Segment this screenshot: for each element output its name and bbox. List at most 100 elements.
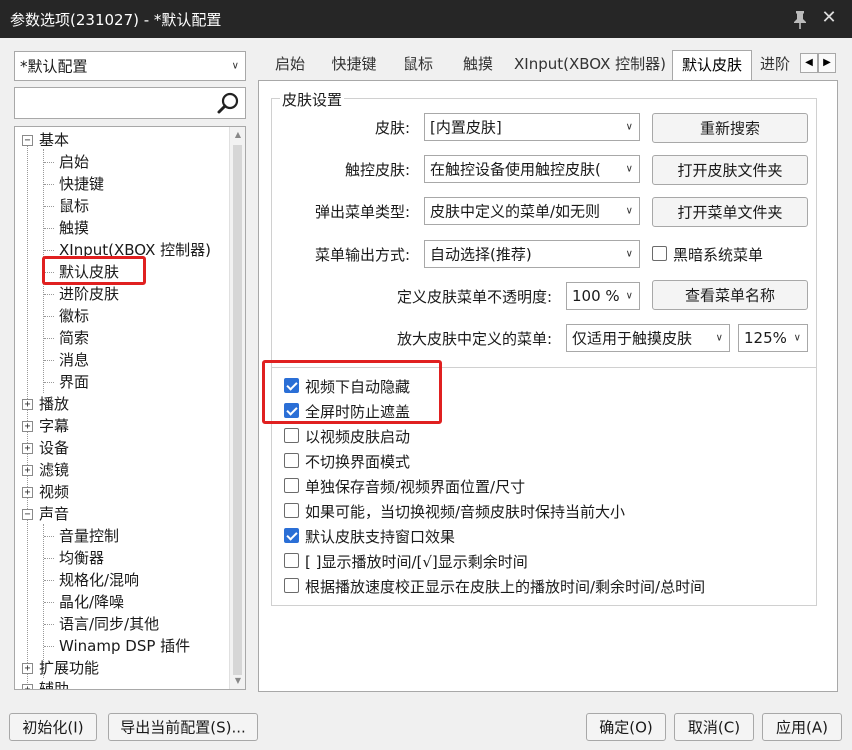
touch-skin-select-value: 在触控设备使用触控皮肤( bbox=[430, 160, 601, 179]
tree-node-advanced-skin[interactable]: 进阶皮肤 bbox=[59, 283, 119, 305]
tree-node-equalizer[interactable]: 均衡器 bbox=[59, 547, 104, 569]
scroll-thumb[interactable] bbox=[233, 145, 242, 675]
checkbox-box[interactable] bbox=[284, 553, 299, 568]
tree-node-mouse[interactable]: 鼠标 bbox=[59, 195, 89, 217]
checkbox-box[interactable] bbox=[284, 528, 299, 543]
tree-node-messages[interactable]: 消息 bbox=[59, 349, 89, 371]
ok-button[interactable]: 确定(O) bbox=[586, 713, 666, 741]
tree-scrollbar[interactable]: ▲ ▼ bbox=[229, 127, 245, 689]
tree-node-shortcuts[interactable]: 快捷键 bbox=[59, 173, 104, 195]
touch-skin-select[interactable]: 在触控设备使用触控皮肤( ∨ bbox=[424, 155, 640, 183]
tree-node-simple[interactable]: 简索 bbox=[59, 327, 89, 349]
checkbox-label: 以视频皮肤启动 bbox=[305, 428, 411, 446]
scroll-down-icon[interactable]: ▼ bbox=[230, 673, 245, 689]
group-title: 皮肤设置 bbox=[280, 89, 345, 110]
checkbox-box[interactable] bbox=[652, 246, 667, 261]
checkbox-box[interactable] bbox=[284, 428, 299, 443]
highlight-box bbox=[262, 360, 442, 424]
tree-node-volume[interactable]: 音量控制 bbox=[59, 525, 119, 547]
tab-mouse[interactable]: 鼠标 bbox=[394, 50, 442, 80]
tab-scroll-right-icon[interactable]: ▶ bbox=[818, 53, 836, 73]
tree-node-basic[interactable]: 基本 bbox=[39, 129, 69, 151]
close-icon[interactable]: ✕ bbox=[818, 7, 840, 29]
checkbox-label: 黑暗系统菜单 bbox=[673, 246, 764, 264]
open-skin-folder-button[interactable]: 打开皮肤文件夹 bbox=[652, 155, 808, 185]
tab-scroll-left-icon[interactable]: ◀ bbox=[800, 53, 818, 73]
profile-select-value: *默认配置 bbox=[20, 57, 88, 76]
expand-icon[interactable]: + bbox=[22, 399, 33, 410]
zoom-scale-select-value: 125% bbox=[744, 329, 787, 347]
skin-select[interactable]: [内置皮肤] ∨ bbox=[424, 113, 640, 141]
zoom-scale-select[interactable]: 125% ∨ bbox=[738, 324, 808, 352]
tree-node-subtitle[interactable]: 字幕 bbox=[39, 415, 69, 437]
init-button[interactable]: 初始化(I) bbox=[9, 713, 97, 741]
checkbox-label: 不切换界面模式 bbox=[305, 453, 411, 471]
apply-button[interactable]: 应用(A) bbox=[762, 713, 842, 741]
view-menu-names-button[interactable]: 查看菜单名称 bbox=[652, 280, 808, 310]
popup-type-select[interactable]: 皮肤中定义的菜单/如无则 ∨ bbox=[424, 197, 640, 225]
tab-start[interactable]: 启始 bbox=[266, 50, 314, 80]
opacity-select-value: 100 % bbox=[572, 287, 620, 305]
rescan-button[interactable]: 重新搜索 bbox=[652, 113, 808, 143]
zoom-menu-select[interactable]: 仅适用于触摸皮肤 ∨ bbox=[566, 324, 730, 352]
zoom-menu-label: 放大皮肤中定义的菜单: bbox=[396, 330, 552, 348]
tree-node-filter[interactable]: 滤镜 bbox=[39, 459, 69, 481]
tree-node-crystal[interactable]: 晶化/降噪 bbox=[59, 591, 124, 613]
tree-node-playback[interactable]: 播放 bbox=[39, 393, 69, 415]
open-menu-folder-button[interactable]: 打开菜单文件夹 bbox=[652, 197, 808, 227]
tree-node-interface[interactable]: 界面 bbox=[59, 371, 89, 393]
tree-node-winamp[interactable]: Winamp DSP 插件 bbox=[59, 635, 190, 657]
checkbox-label: 根据播放速度校正显示在皮肤上的播放时间/剩余时间/总时间 bbox=[305, 578, 706, 596]
tree-node-touch[interactable]: 触摸 bbox=[59, 217, 89, 239]
skin-select-value: [内置皮肤] bbox=[430, 118, 502, 137]
collapse-icon[interactable]: − bbox=[22, 509, 33, 520]
export-config-button[interactable]: 导出当前配置(S)... bbox=[108, 713, 258, 741]
tab-bar: 启始 快捷键 鼠标 触摸 XInput(XBOX 控制器) 默认皮肤 进阶 bbox=[258, 50, 838, 81]
opacity-select[interactable]: 100 % ∨ bbox=[566, 282, 640, 310]
tab-default-skin[interactable]: 默认皮肤 bbox=[672, 50, 752, 81]
chevron-down-icon: ∨ bbox=[625, 248, 633, 260]
opacity-label: 定义皮肤菜单不透明度: bbox=[396, 288, 552, 306]
search-input[interactable] bbox=[14, 87, 246, 119]
touch-skin-label: 触控皮肤: bbox=[344, 161, 410, 179]
expand-icon[interactable]: + bbox=[22, 465, 33, 476]
expand-icon[interactable]: + bbox=[22, 684, 33, 689]
tree-node-start[interactable]: 启始 bbox=[59, 151, 89, 173]
scroll-up-icon[interactable]: ▲ bbox=[230, 127, 245, 143]
tree-node-audio[interactable]: 声音 bbox=[39, 503, 69, 525]
tree-node-language[interactable]: 语言/同步/其他 bbox=[59, 613, 159, 635]
checkbox-box[interactable] bbox=[284, 478, 299, 493]
tab-advanced[interactable]: 进阶 bbox=[760, 50, 800, 80]
profile-select[interactable]: *默认配置 ∨ bbox=[14, 51, 246, 81]
window-title: 参数选项(231027) - *默认配置 bbox=[10, 11, 222, 29]
checkbox-box[interactable] bbox=[284, 453, 299, 468]
pin-icon[interactable] bbox=[790, 8, 810, 30]
search-icon[interactable] bbox=[216, 90, 242, 116]
menu-output-label: 菜单输出方式: bbox=[314, 246, 410, 264]
tree-node-normalize[interactable]: 规格化/混响 bbox=[59, 569, 139, 591]
tree-node-device[interactable]: 设备 bbox=[39, 437, 69, 459]
tab-xinput[interactable]: XInput(XBOX 控制器) bbox=[514, 50, 666, 80]
tab-touch[interactable]: 触摸 bbox=[454, 50, 502, 80]
tree-node-extensions[interactable]: 扩展功能 bbox=[39, 657, 99, 679]
expand-icon[interactable]: + bbox=[22, 487, 33, 498]
tree-node-assist[interactable]: 辅助 bbox=[39, 678, 69, 689]
popup-type-select-value: 皮肤中定义的菜单/如无则 bbox=[430, 202, 601, 221]
expand-icon[interactable]: + bbox=[22, 443, 33, 454]
cancel-button[interactable]: 取消(C) bbox=[674, 713, 754, 741]
tree-node-video[interactable]: 视频 bbox=[39, 481, 69, 503]
checkbox-label: 默认皮肤支持窗口效果 bbox=[305, 528, 456, 546]
title-bar: 参数选项(231027) - *默认配置 ✕ bbox=[0, 0, 852, 38]
expand-icon[interactable]: + bbox=[22, 663, 33, 674]
popup-type-label: 弹出菜单类型: bbox=[314, 203, 410, 221]
checkbox-label: 如果可能，当切换视频/音频皮肤时保持当前大小 bbox=[305, 503, 626, 521]
settings-tree[interactable]: − 基本 启始 快捷键 鼠标 触摸 XInput(XBOX 控制器) 默认皮肤 … bbox=[14, 126, 246, 690]
menu-output-select[interactable]: 自动选择(推荐) ∨ bbox=[424, 240, 640, 268]
collapse-icon[interactable]: − bbox=[22, 135, 33, 146]
checkbox-box[interactable] bbox=[284, 503, 299, 518]
expand-icon[interactable]: + bbox=[22, 421, 33, 432]
checkbox-box[interactable] bbox=[284, 578, 299, 593]
tab-shortcuts[interactable]: 快捷键 bbox=[326, 50, 382, 80]
tree-node-logo[interactable]: 徽标 bbox=[59, 305, 89, 327]
chevron-down-icon: ∨ bbox=[625, 121, 633, 133]
